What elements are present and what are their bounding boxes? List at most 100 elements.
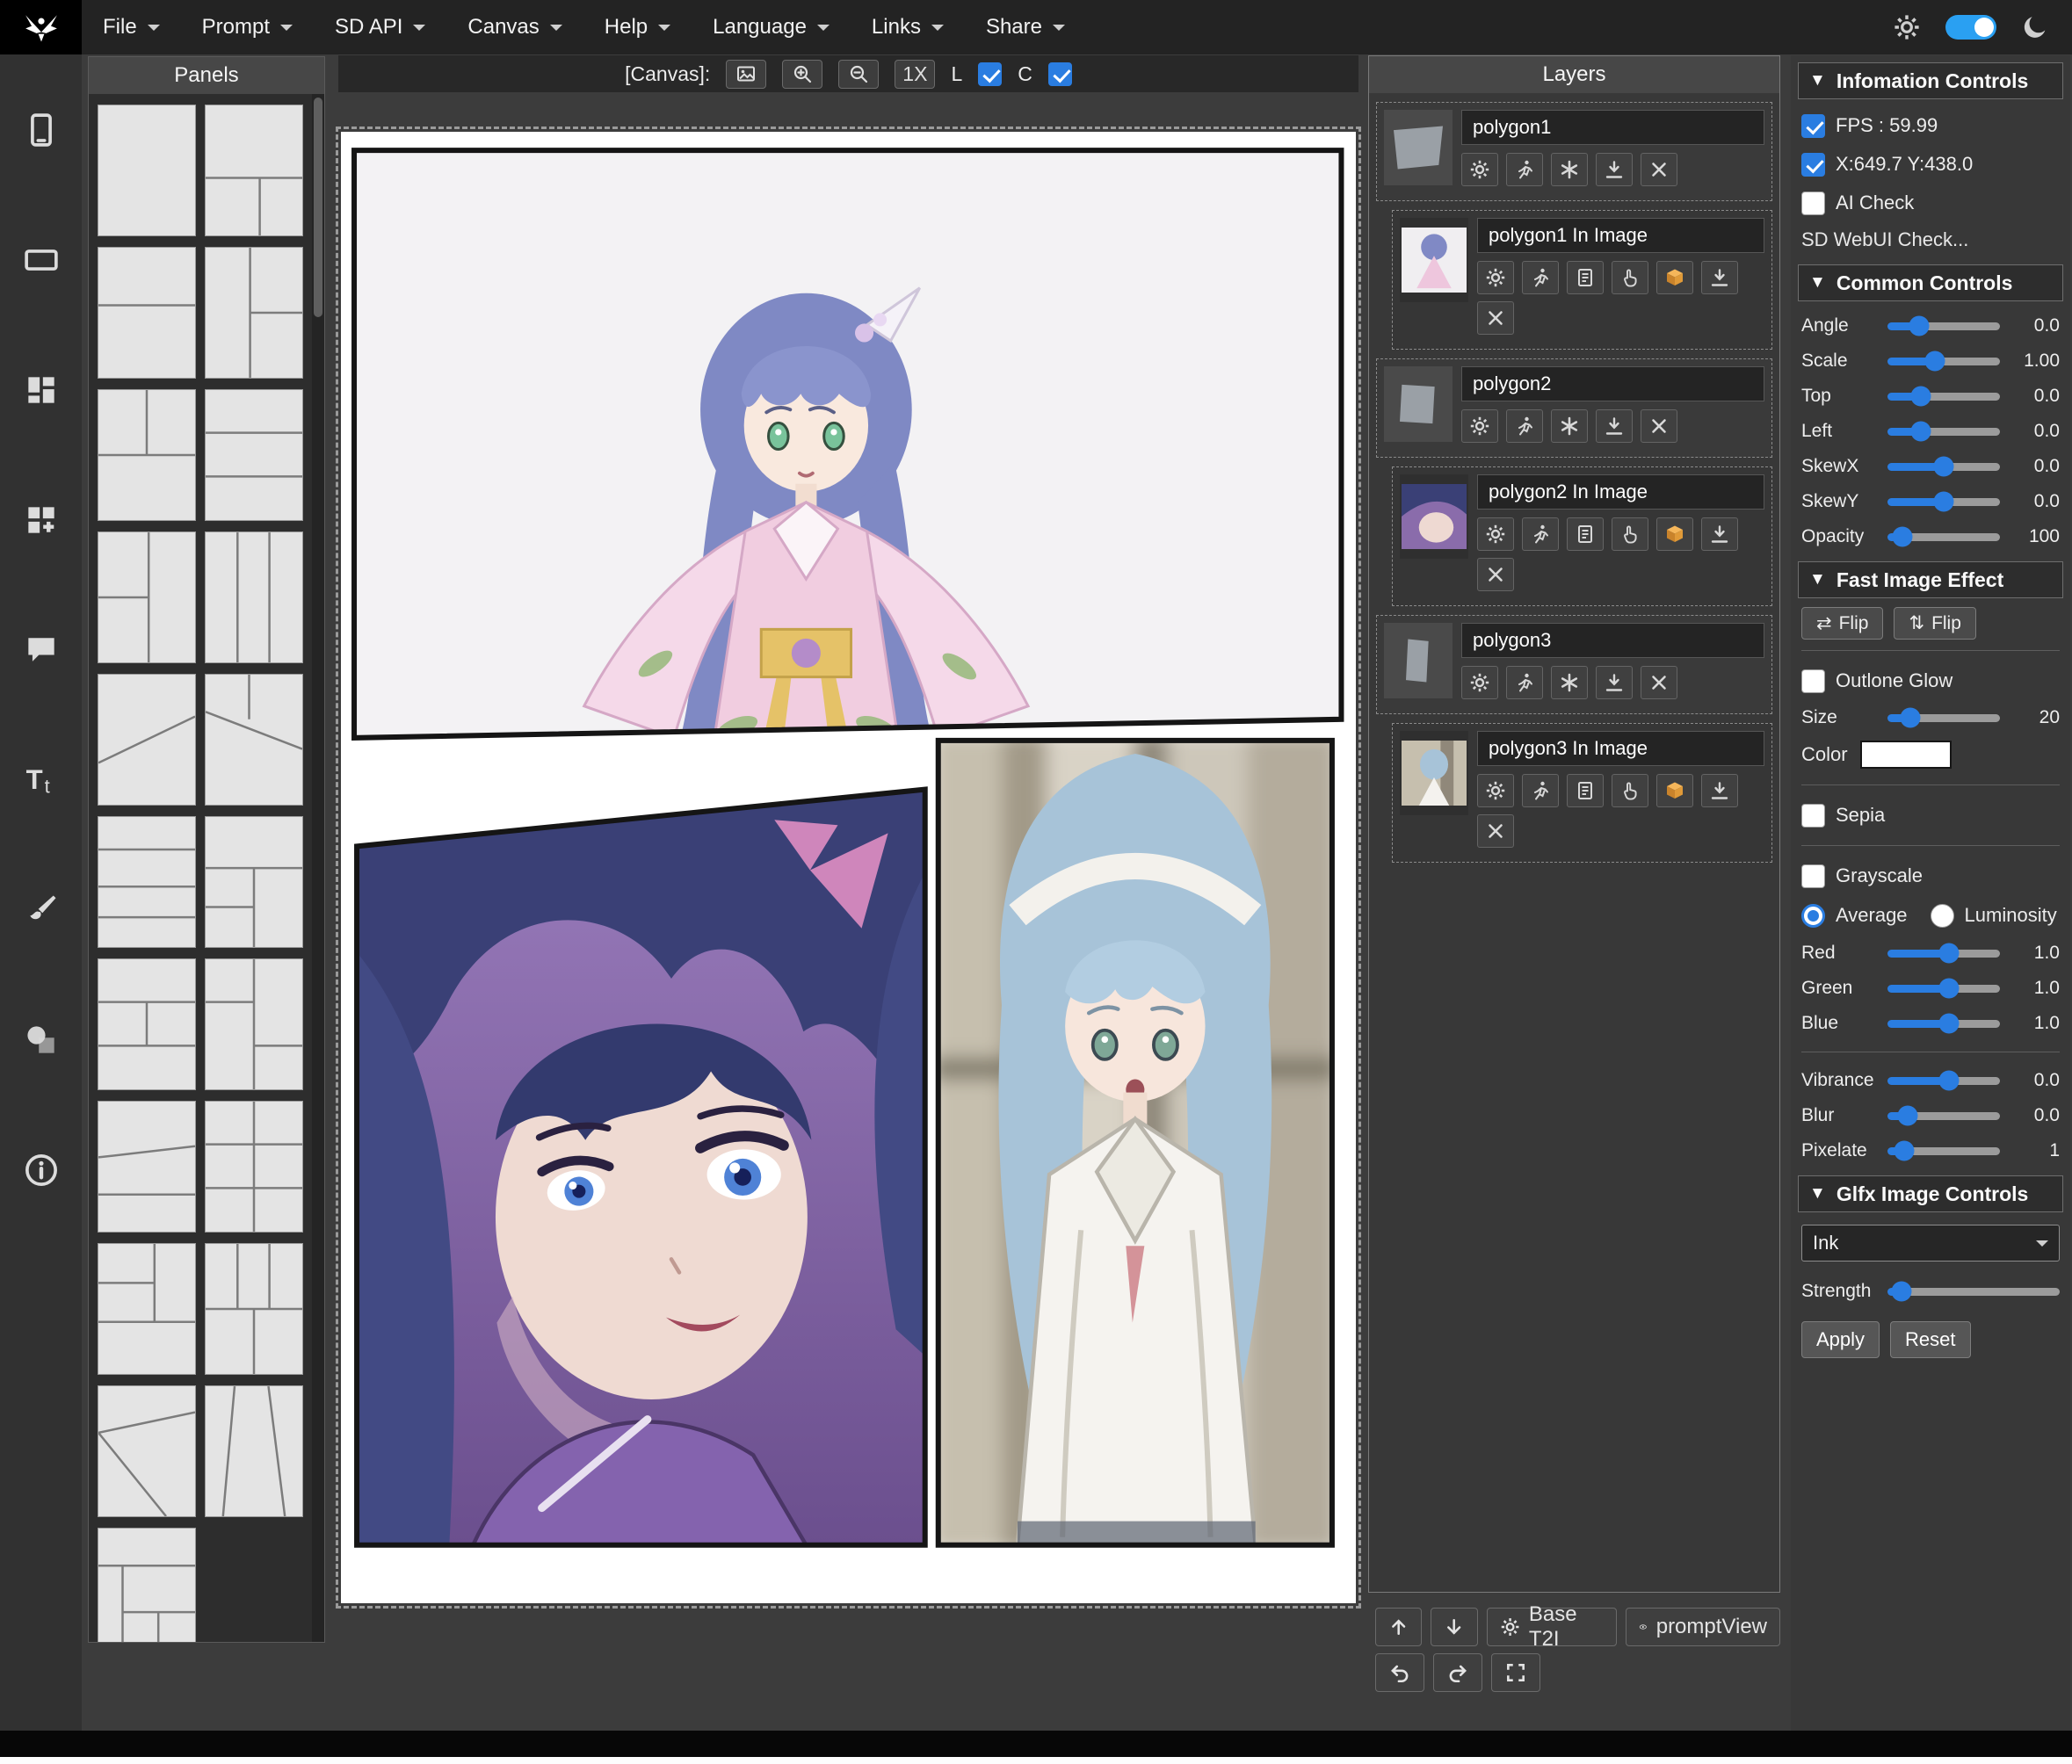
menu-sd-api[interactable]: SD API (314, 0, 446, 54)
layer-name-input[interactable]: polygon2 In Image (1477, 474, 1764, 510)
panel-template-thumb[interactable] (205, 1385, 303, 1517)
skewx-slider[interactable] (1887, 463, 2000, 471)
canvas-image-button[interactable] (726, 60, 766, 89)
speech-bubble-tool-button[interactable] (15, 624, 68, 676)
layer-group-polygon2[interactable]: polygon2 (1376, 358, 1772, 458)
layer-name-input[interactable]: polygon1 (1461, 110, 1764, 145)
information-controls-header[interactable]: ▼ Infomation Controls (1798, 62, 2063, 99)
slider-thumb[interactable] (1892, 527, 1912, 547)
panel-template-thumb[interactable] (205, 389, 303, 521)
move-layer-up-button[interactable] (1375, 1608, 1422, 1646)
panel-template-thumb[interactable] (205, 958, 303, 1090)
add-panel-tool-button[interactable] (15, 494, 68, 546)
menu-links[interactable]: Links (851, 0, 965, 54)
menu-canvas[interactable]: Canvas (446, 0, 583, 54)
panel-template-thumb[interactable] (98, 1243, 196, 1375)
skewy-slider[interactable] (1887, 498, 2000, 506)
panel-template-thumb[interactable] (98, 816, 196, 948)
outline-glow-checkbox[interactable] (1801, 669, 1825, 693)
slider-thumb[interactable] (1934, 492, 1954, 512)
panel-template-thumb[interactable] (98, 105, 196, 236)
panel-template-thumb[interactable] (205, 816, 303, 948)
green-slider[interactable] (1887, 985, 2000, 993)
fullscreen-button[interactable] (1491, 1653, 1540, 1692)
layer-animate-button[interactable] (1522, 517, 1559, 551)
glfx-image-controls-header[interactable]: ▼ Glfx Image Controls (1798, 1175, 2063, 1212)
layer-download-button[interactable] (1596, 409, 1633, 443)
layer-effect-button[interactable] (1551, 409, 1588, 443)
glow-size-slider[interactable] (1887, 714, 2000, 722)
layer-drag-button[interactable] (1612, 261, 1648, 294)
app-logo[interactable] (0, 0, 82, 54)
move-layer-down-button[interactable] (1431, 1608, 1477, 1646)
layer-name-input[interactable]: polygon1 In Image (1477, 218, 1764, 253)
slider-thumb[interactable] (1898, 1106, 1918, 1126)
layer-shape-thumbnail[interactable] (1384, 366, 1453, 442)
blur-slider[interactable] (1887, 1112, 2000, 1120)
shapes-tool-button[interactable] (15, 1014, 68, 1066)
layer-shape-thumbnail[interactable] (1384, 623, 1453, 698)
panel-template-thumb[interactable] (205, 674, 303, 806)
layer-name-input[interactable]: polygon3 (1461, 623, 1764, 658)
layers-visibility-checkbox[interactable] (978, 62, 1002, 86)
left-slider[interactable] (1887, 428, 2000, 436)
menu-language[interactable]: Language (692, 0, 851, 54)
panel-template-thumb[interactable] (98, 247, 196, 379)
dark-mode-moon-icon[interactable] (2021, 13, 2049, 41)
flip-horizontal-button[interactable]: ⇄ Flip (1801, 607, 1883, 640)
slider-thumb[interactable] (1911, 387, 1931, 407)
panel-template-thumb[interactable] (98, 389, 196, 521)
vibrance-slider[interactable] (1887, 1077, 2000, 1085)
scale-slider[interactable] (1887, 358, 2000, 365)
reset-button[interactable]: Reset (1890, 1321, 1970, 1358)
layer-delete-button[interactable] (1477, 301, 1514, 335)
layer-animate-button[interactable] (1506, 666, 1543, 699)
grayscale-checkbox[interactable] (1801, 864, 1825, 888)
menu-prompt[interactable]: Prompt (181, 0, 314, 54)
panel-template-thumb[interactable] (98, 958, 196, 1090)
layer-group-polygon1[interactable]: polygon1 (1376, 102, 1772, 201)
layer-animate-button[interactable] (1506, 409, 1543, 443)
slider-thumb[interactable] (1891, 1282, 1911, 1302)
slider-thumb[interactable] (1934, 457, 1954, 477)
red-slider[interactable] (1887, 950, 2000, 958)
glow-color-swatch[interactable] (1860, 741, 1952, 769)
panels-scrollbar[interactable] (312, 94, 324, 1642)
undo-button[interactable] (1375, 1653, 1424, 1692)
layer-effect-button[interactable] (1551, 153, 1588, 186)
panel-template-thumb[interactable] (205, 105, 303, 236)
layer-animate-button[interactable] (1506, 153, 1543, 186)
layer-3d-button[interactable] (1656, 774, 1693, 807)
slider-thumb[interactable] (1939, 1071, 1960, 1091)
layer-drag-button[interactable] (1612, 774, 1648, 807)
layer-3d-button[interactable] (1656, 261, 1693, 294)
panel-template-thumb[interactable] (98, 1528, 196, 1642)
layer-delete-button[interactable] (1641, 409, 1677, 443)
panel-template-thumb[interactable] (98, 674, 196, 806)
ai-check-checkbox[interactable] (1801, 192, 1825, 215)
comic-page-canvas[interactable] (341, 132, 1356, 1603)
slider-thumb[interactable] (1911, 422, 1931, 442)
brush-tool-button[interactable] (15, 884, 68, 936)
settings-gear-icon[interactable] (1893, 13, 1921, 41)
fast-image-effect-header[interactable]: ▼ Fast Image Effect (1798, 561, 2063, 598)
prompt-view-button[interactable]: promptView (1626, 1608, 1780, 1646)
layer-delete-button[interactable] (1477, 558, 1514, 591)
layer-settings-button[interactable] (1477, 774, 1514, 807)
theme-toggle[interactable] (1945, 15, 1996, 40)
fps-checkbox[interactable] (1801, 114, 1825, 138)
base-t2i-button[interactable]: Base T2I (1487, 1608, 1617, 1646)
panel-template-thumb[interactable] (205, 1243, 303, 1375)
layer-animate-button[interactable] (1522, 774, 1559, 807)
layer-download-button[interactable] (1596, 153, 1633, 186)
panel-template-thumb[interactable] (98, 531, 196, 663)
layer-group-polygon3[interactable]: polygon3 (1376, 615, 1772, 714)
menu-share[interactable]: Share (965, 0, 1086, 54)
layer-image-thumbnail[interactable] (1400, 474, 1468, 559)
layer-delete-button[interactable] (1641, 666, 1677, 699)
average-radio[interactable] (1801, 904, 1825, 928)
layer-delete-button[interactable] (1477, 814, 1514, 848)
slider-thumb[interactable] (1939, 1014, 1960, 1034)
flip-vertical-button[interactable]: ⇅ Flip (1894, 607, 1975, 640)
slider-thumb[interactable] (1895, 1141, 1915, 1161)
